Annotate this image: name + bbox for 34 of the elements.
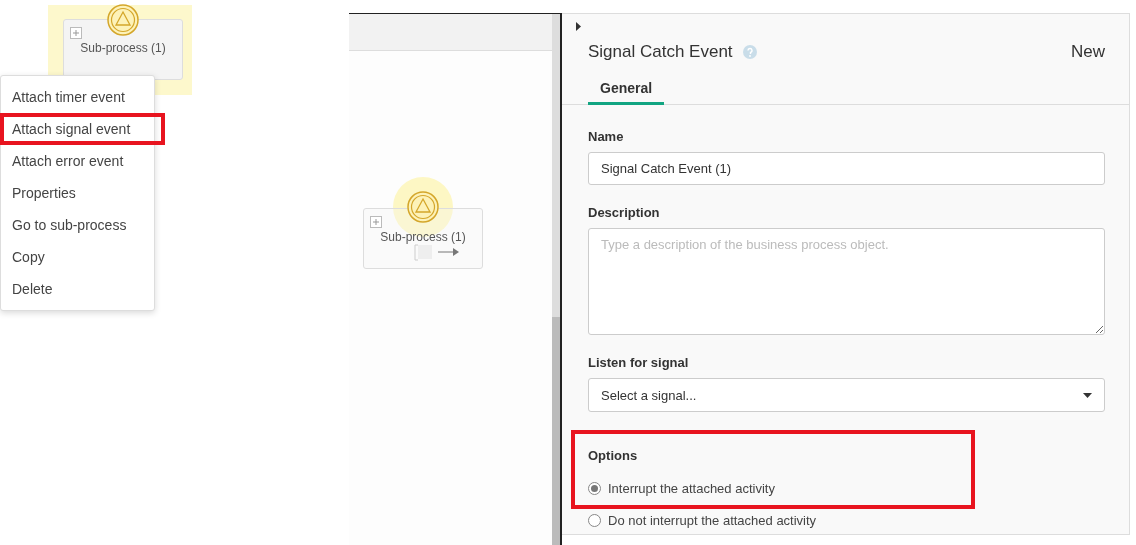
- menu-item[interactable]: Properties: [1, 177, 154, 209]
- field-label: Description: [588, 205, 661, 220]
- field-label: Name: [588, 129, 625, 144]
- expand-icon[interactable]: [370, 216, 382, 228]
- radio-label: Interrupt the attached activity: [608, 480, 775, 496]
- description-field[interactable]: Type a description of the business process object.: [588, 228, 1105, 335]
- dropdown[interactable]: Select a signal...: [588, 378, 1105, 412]
- panel-title: Signal Catch Event: [588, 42, 733, 62]
- scrollbar[interactable]: [552, 14, 560, 545]
- status-text: New: [1071, 42, 1105, 62]
- dropdown-caret-icon: [1083, 392, 1092, 398]
- field-label: Listen for signal: [588, 355, 690, 370]
- radio-option[interactable]: Interrupt the attached activity: [588, 477, 971, 499]
- sub-process-node[interactable]: Sub-process (1): [363, 208, 483, 269]
- expand-icon[interactable]: [70, 27, 82, 39]
- radio-label: Do not interrupt the attached activity: [608, 512, 817, 528]
- menu-item[interactable]: Delete: [1, 273, 154, 305]
- node-label: Sub-process (1): [379, 230, 467, 244]
- radio-button[interactable]: [588, 513, 601, 527]
- radio-option[interactable]: Do not interrupt the attached activity: [588, 509, 1105, 531]
- menu-item[interactable]: Go to sub-process: [1, 209, 154, 241]
- node-label: Sub-process (1): [79, 41, 167, 55]
- menu-item[interactable]: Attach signal event: [1, 113, 154, 145]
- help-icon[interactable]: [742, 45, 757, 59]
- input-field[interactable]: Signal Catch Event (1): [588, 152, 1105, 185]
- signal-event-icon[interactable]: [407, 191, 439, 223]
- signal-event-icon[interactable]: [107, 4, 139, 36]
- menu-item[interactable]: Attach error event: [1, 145, 154, 177]
- menu-item[interactable]: Attach timer event: [1, 81, 154, 113]
- tab[interactable]: General: [588, 76, 665, 105]
- field-label: Options: [588, 448, 639, 463]
- radio-button[interactable]: [588, 481, 601, 495]
- menu-item[interactable]: Copy: [1, 241, 154, 273]
- collapse-caret-icon[interactable]: [576, 22, 582, 31]
